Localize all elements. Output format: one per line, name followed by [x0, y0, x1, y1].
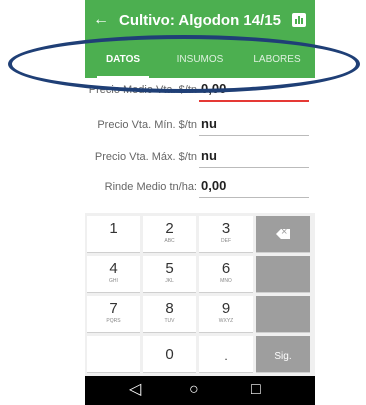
nav-recents-icon[interactable]: □	[251, 381, 261, 399]
key-letters: PQRS	[106, 318, 121, 324]
key-7[interactable]: 7 PQRS	[87, 296, 140, 332]
key-digit: 6	[221, 260, 231, 277]
key-letters: TUV	[164, 318, 175, 324]
key-9[interactable]: 9 WXYZ	[199, 296, 253, 332]
key-digit: 7	[109, 300, 118, 317]
key-3[interactable]: 3 DEF	[199, 216, 253, 252]
nav-back-icon[interactable]: ◁	[129, 381, 141, 399]
backspace-icon	[276, 229, 290, 239]
next-button[interactable]: Sig.	[256, 336, 310, 372]
backspace-key[interactable]	[256, 216, 310, 252]
key-5[interactable]: 5 JKL	[143, 256, 196, 292]
key-digit: 0	[165, 346, 174, 363]
key-letters: ABC	[164, 238, 175, 244]
field-underline	[199, 197, 309, 198]
key-2[interactable]: 2 ABC	[143, 216, 196, 252]
field-rinde-medio[interactable]: Rinde Medio tn/ha: 0,00	[85, 177, 315, 201]
key-letters: MNO	[220, 278, 232, 284]
key-digit: 2	[165, 220, 174, 237]
key-6[interactable]: 6 MNO	[199, 256, 253, 292]
key-digit: 4	[109, 260, 118, 277]
key-digit: .	[224, 349, 228, 363]
key-letters: GHI	[109, 278, 118, 284]
key-period[interactable]: .	[199, 336, 253, 372]
system-nav-bar: ◁ ○ □	[85, 376, 315, 405]
key-letters: DEF	[221, 238, 231, 244]
key-digit: 9	[221, 300, 231, 317]
key-digit: 3	[221, 220, 231, 237]
focus-underline	[199, 100, 309, 102]
field-value[interactable]: nu	[201, 148, 217, 163]
field-label: Precio Vta. Mín. $/tn	[97, 119, 197, 131]
key-8[interactable]: 8 TUV	[143, 296, 196, 332]
annotation-ellipse	[8, 35, 360, 93]
key-digit: 5	[165, 260, 174, 277]
nav-home-icon[interactable]: ○	[189, 381, 199, 399]
next-label: Sig.	[274, 351, 292, 362]
blank-function-key[interactable]	[256, 256, 310, 292]
key-1[interactable]: 1	[87, 216, 140, 252]
blank-function-key[interactable]	[256, 296, 310, 332]
key-digit: 1	[109, 220, 118, 237]
key-letters: JKL	[165, 278, 174, 284]
field-precio-max[interactable]: Precio Vta. Máx. $/tn nu	[85, 147, 315, 171]
field-underline	[199, 135, 309, 136]
datos-form: Precio Medio Vta. $/tn 0,00 Precio Vta. …	[85, 78, 315, 210]
key-4[interactable]: 4 GHI	[87, 256, 140, 292]
bar-chart-icon[interactable]	[292, 13, 306, 27]
arrow-left-icon[interactable]: ←	[93, 10, 109, 30]
field-value[interactable]: nu	[201, 116, 217, 131]
numeric-keyboard: 1 2ABC 3DEF 4GHI 5JKL 6MNO 7PQRS 8TUV 9W…	[85, 213, 315, 376]
field-underline	[199, 167, 309, 168]
key-blank[interactable]	[87, 336, 140, 372]
key-0[interactable]: 0	[143, 336, 196, 372]
field-label: Rinde Medio tn/ha:	[104, 181, 197, 193]
key-digit: 8	[165, 300, 174, 317]
field-label: Precio Vta. Máx. $/tn	[94, 151, 197, 163]
page-title: Cultivo: Algodon 14/15	[119, 12, 281, 29]
field-precio-min[interactable]: Precio Vta. Mín. $/tn nu	[85, 115, 315, 139]
key-letters: WXYZ	[218, 318, 234, 324]
field-value[interactable]: 0,00	[201, 178, 226, 193]
